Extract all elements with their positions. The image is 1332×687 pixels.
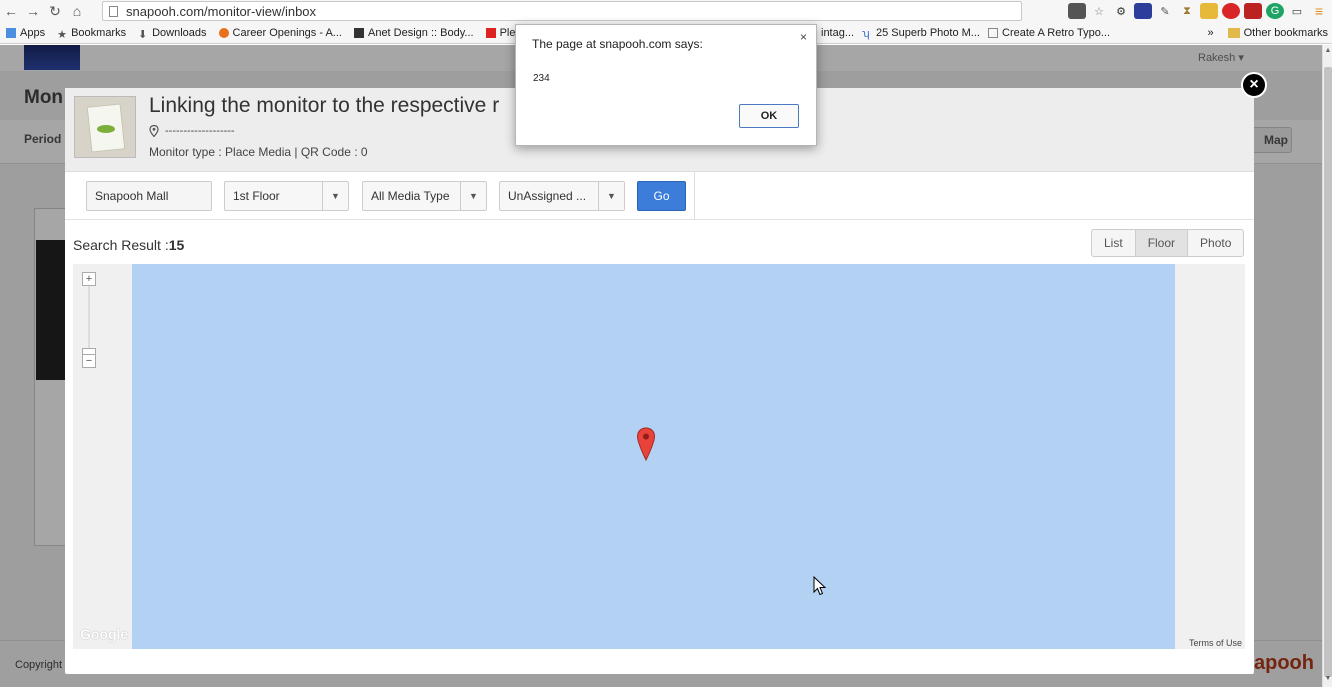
page-icon: [109, 5, 118, 17]
folder-icon: [1227, 28, 1240, 38]
career-icon: [218, 27, 229, 38]
view-photo-button[interactable]: Photo: [1188, 230, 1243, 256]
zoom-out-button[interactable]: −: [82, 354, 96, 368]
terms-of-use-link[interactable]: Terms of Use: [1189, 638, 1242, 648]
bookmark-anet[interactable]: Anet Design :: Body...: [348, 27, 480, 39]
floor-select[interactable]: 1st Floor ▼: [224, 181, 349, 211]
address-bar[interactable]: snapooh.com/monitor-view/inbox: [102, 1, 1022, 21]
site-icon: ʮ: [862, 27, 870, 40]
filter-bar: Snapooh Mall 1st Floor ▼ All Media Type …: [65, 172, 1254, 220]
scroll-up-icon[interactable]: ▲: [1324, 47, 1332, 57]
search-result-count: 15: [168, 237, 185, 253]
media-type-select[interactable]: All Media Type ▼: [362, 181, 487, 211]
star-icon[interactable]: ☆: [1090, 3, 1108, 19]
zoom-control: + −: [82, 272, 96, 368]
monitor-meta: Monitor type : Place Media | QR Code : 0: [149, 145, 368, 159]
star-icon: ★: [57, 28, 67, 41]
modal-title: Linking the monitor to the respective r: [149, 94, 500, 117]
view-floor-button[interactable]: Floor: [1135, 230, 1189, 256]
reload-icon[interactable]: ↻: [44, 0, 66, 22]
record-icon[interactable]: [1222, 3, 1240, 19]
page-scrollbar[interactable]: ▲ ▼: [1322, 45, 1332, 687]
page-icon: [988, 27, 998, 38]
download-icon: ⬇: [138, 28, 148, 41]
gear-icon[interactable]: ⚙: [1112, 3, 1130, 19]
anet-icon: [353, 27, 364, 38]
bookmark-intag[interactable]: intag...: [815, 27, 860, 39]
chevron-down-icon: ▼: [598, 182, 624, 210]
assignment-select[interactable]: UnAssigned ... ▼: [499, 181, 625, 211]
counter-icon[interactable]: [1244, 3, 1262, 19]
location-pin-icon: [149, 125, 159, 137]
search-result: Search Result :15: [73, 237, 185, 253]
alert-message: 234: [533, 73, 550, 84]
url-text: snapooh.com/monitor-view/inbox: [126, 3, 317, 19]
scroll-thumb[interactable]: [1324, 67, 1332, 677]
alert-title: The page at snapooh.com says:: [532, 37, 703, 51]
alert-close-icon[interactable]: ×: [800, 30, 807, 44]
other-bookmarks[interactable]: Other bookmarks: [1244, 27, 1328, 39]
home-icon[interactable]: ⌂: [66, 0, 88, 22]
back-icon[interactable]: ←: [0, 0, 22, 22]
map-canvas[interactable]: + − Google Terms of Use: [73, 264, 1245, 649]
apps-grid-icon: [6, 27, 16, 38]
bookmark-retro[interactable]: Create A Retro Typo...: [982, 27, 1116, 39]
filter-divider: [694, 172, 695, 220]
cast-icon[interactable]: ▭: [1288, 3, 1306, 19]
bookmarks-more[interactable]: »: [1208, 27, 1214, 39]
zoom-slider-track[interactable]: [88, 286, 90, 348]
chevron-down-icon: ▼: [460, 182, 486, 210]
bookmark-photo[interactable]: ʮ 25 Superb Photo M...: [856, 27, 986, 40]
go-button[interactable]: Go: [637, 181, 686, 211]
modal-close-button[interactable]: ×: [1241, 72, 1267, 98]
bookmark-career[interactable]: Career Openings - A...: [213, 27, 348, 39]
map-marker-icon[interactable]: [636, 427, 656, 461]
link-monitor-modal: Linking the monitor to the respective r …: [65, 88, 1254, 674]
mall-input[interactable]: Snapooh Mall: [86, 181, 212, 211]
extension-icons: ☆ ⚙ ✎ ⧗ G ▭ ≡: [1068, 0, 1332, 22]
chevron-down-icon: ▼: [322, 182, 348, 210]
mic-icon[interactable]: [1068, 3, 1086, 19]
bookmarks-overflow: » Other bookmarks: [1208, 22, 1329, 44]
youtube-icon: [485, 27, 496, 38]
menu-icon[interactable]: ≡: [1310, 3, 1328, 19]
view-list-button[interactable]: List: [1092, 230, 1136, 256]
forward-icon[interactable]: →: [22, 0, 44, 22]
hourglass-icon[interactable]: ⧗: [1178, 3, 1196, 19]
mouse-cursor-icon: [813, 576, 827, 596]
extension-icon[interactable]: [1134, 3, 1152, 19]
zoom-in-button[interactable]: +: [82, 272, 96, 286]
google-logo: Google: [80, 626, 129, 642]
location-row: -------------------: [149, 125, 235, 137]
alert-dialog: The page at snapooh.com says: × 234 OK: [515, 24, 817, 146]
browser-toolbar: ← → ↻ ⌂ snapooh.com/monitor-view/inbox ☆…: [0, 0, 1332, 22]
grammarly-icon[interactable]: G: [1266, 3, 1284, 19]
eyedropper-icon[interactable]: ✎: [1156, 3, 1174, 19]
note-icon[interactable]: [1200, 3, 1218, 19]
bookmark-bookmarks[interactable]: ★ Bookmarks: [51, 27, 132, 41]
location-text: -------------------: [165, 125, 235, 137]
view-toggle: List Floor Photo: [1091, 229, 1245, 257]
bookmark-downloads[interactable]: ⬇ Downloads: [132, 27, 212, 41]
alert-ok-button[interactable]: OK: [739, 104, 799, 128]
bookmark-apps[interactable]: Apps: [0, 27, 51, 39]
scroll-down-icon[interactable]: ▼: [1324, 675, 1332, 685]
monitor-thumbnail: [74, 96, 136, 158]
